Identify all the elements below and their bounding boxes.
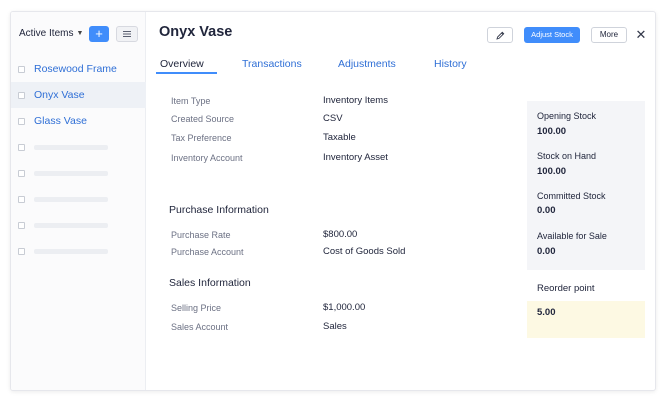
items-list: Rosewood Frame Onyx Vase Glass Vase (11, 56, 146, 264)
active-tab-indicator (156, 72, 217, 74)
created-source-value: CSV (323, 113, 343, 124)
row-checkbox[interactable] (18, 169, 25, 177)
inventory-account-value: Inventory Asset (323, 152, 388, 163)
detail-tabs: Overview Transactions Adjustments Histor… (146, 54, 655, 74)
row-checkbox[interactable] (18, 91, 25, 99)
page-title: Onyx Vase (159, 24, 233, 40)
loading-placeholder (34, 222, 108, 228)
purchase-account-value: Cost of Goods Sold (323, 246, 406, 257)
items-filter-dropdown[interactable]: Active Items ▼ (19, 28, 83, 39)
pencil-icon (495, 31, 504, 40)
loading-placeholder (34, 248, 108, 254)
row-checkbox[interactable] (18, 143, 25, 151)
sales-account-value: Sales (323, 321, 347, 332)
committed-stock-label: Committed Stock (537, 191, 606, 201)
available-for-sale-label: Available for Sale (537, 231, 607, 241)
reorder-point-label: Reorder point (537, 283, 595, 294)
item-type-label: Item Type (171, 96, 211, 106)
sidebar-header: Active Items ▼ + (11, 12, 146, 56)
list-item-placeholder (11, 186, 146, 212)
tab-history[interactable]: History (434, 58, 467, 70)
items-sidebar: Active Items ▼ + Rosewood Frame Onyx Vas… (11, 12, 146, 390)
tax-preference-value: Taxable (323, 132, 356, 143)
opening-stock-label: Opening Stock (537, 111, 597, 121)
tab-overview[interactable]: Overview (160, 58, 204, 70)
item-type-value: Inventory Items (323, 95, 388, 106)
list-item-placeholder (11, 212, 146, 238)
list-item[interactable]: Glass Vase (11, 108, 146, 134)
list-item-placeholder (11, 160, 146, 186)
loading-placeholder (34, 144, 108, 150)
sales-account-label: Sales Account (171, 322, 229, 332)
add-item-button[interactable]: + (89, 26, 109, 42)
stock-summary-panel: Opening Stock 100.00 Stock on Hand 100.0… (527, 101, 645, 270)
adjust-stock-button[interactable]: Adjust Stock (524, 27, 580, 43)
reorder-point-value: 5.00 (537, 307, 556, 318)
stock-on-hand-value: 100.00 (537, 166, 567, 177)
filter-label: Active Items (19, 28, 74, 39)
row-checkbox[interactable] (18, 247, 25, 255)
edit-button[interactable] (487, 27, 513, 43)
purchase-info-heading: Purchase Information (169, 204, 269, 216)
hamburger-icon (123, 31, 131, 37)
row-checkbox[interactable] (18, 195, 25, 203)
row-checkbox[interactable] (18, 117, 25, 125)
item-detail-pane: Onyx Vase Adjust Stock More ✕ Overview T… (146, 12, 655, 390)
inventory-account-label: Inventory Account (171, 153, 243, 163)
item-name: Onyx Vase (34, 89, 85, 101)
stock-on-hand-label: Stock on Hand (537, 151, 597, 161)
purchase-account-label: Purchase Account (171, 247, 244, 257)
purchase-rate-value: $800.00 (323, 229, 358, 240)
loading-placeholder (34, 196, 108, 202)
purchase-rate-label: Purchase Rate (171, 230, 231, 240)
tab-adjustments[interactable]: Adjustments (338, 58, 396, 70)
more-button[interactable]: More (591, 27, 627, 43)
list-item-placeholder (11, 238, 146, 264)
row-checkbox[interactable] (18, 65, 25, 73)
close-icon[interactable]: ✕ (634, 27, 648, 43)
item-name: Rosewood Frame (34, 63, 117, 75)
selling-price-value: $1,000.00 (323, 302, 366, 313)
available-for-sale-value: 0.00 (537, 246, 556, 257)
list-item-selected[interactable]: Onyx Vase (11, 82, 146, 108)
reorder-point-panel: 5.00 (527, 301, 645, 338)
caret-down-icon: ▼ (76, 30, 84, 37)
tab-transactions[interactable]: Transactions (242, 58, 302, 70)
created-source-label: Created Source (171, 114, 235, 124)
selling-price-label: Selling Price (171, 303, 222, 313)
tax-preference-label: Tax Preference (171, 133, 232, 143)
item-detail-window: Active Items ▼ + Rosewood Frame Onyx Vas… (10, 11, 656, 391)
list-item-placeholder (11, 134, 146, 160)
list-item[interactable]: Rosewood Frame (11, 56, 146, 82)
sales-info-heading: Sales Information (169, 277, 251, 289)
committed-stock-value: 0.00 (537, 205, 556, 216)
row-checkbox[interactable] (18, 221, 25, 229)
loading-placeholder (34, 170, 108, 176)
item-name: Glass Vase (34, 115, 87, 127)
opening-stock-value: 100.00 (537, 126, 567, 137)
list-menu-button[interactable] (116, 26, 138, 42)
